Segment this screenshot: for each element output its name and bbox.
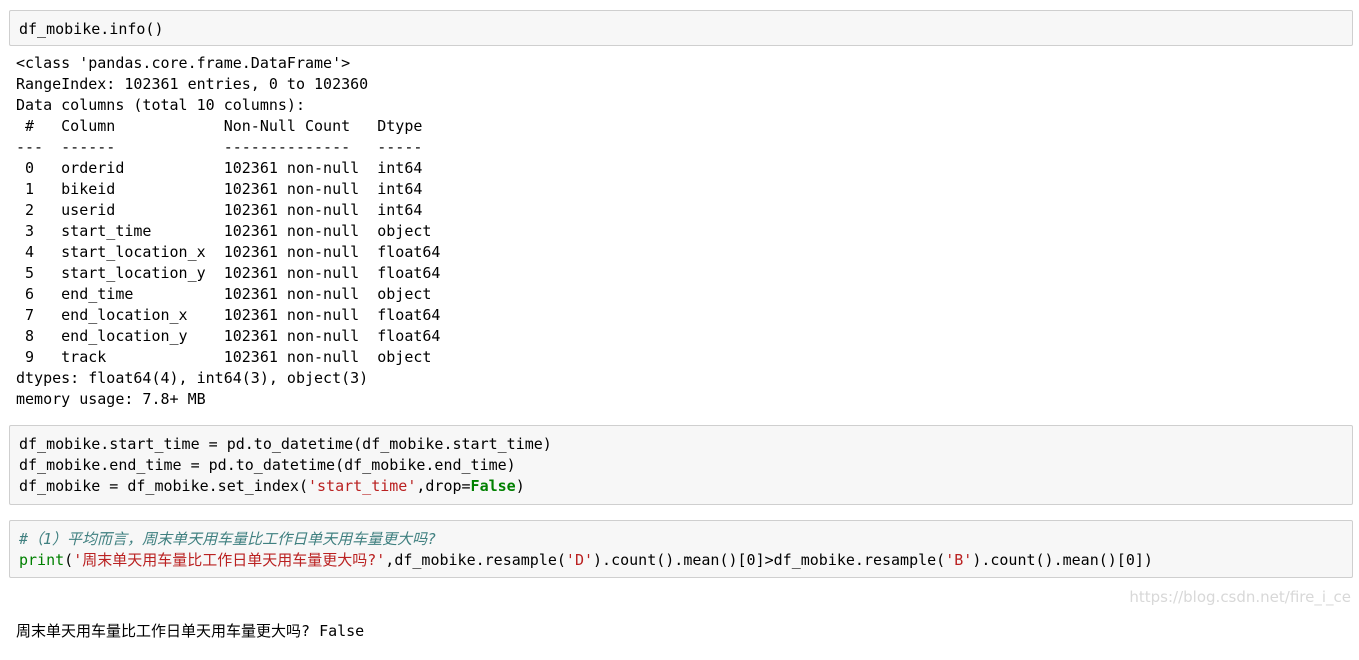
output-line: Data columns (total 10 columns):	[16, 96, 305, 114]
output-line: 7 end_location_x 102361 non-null float64	[16, 306, 441, 324]
code-comment: #（1）平均而言，周末单天用车量比工作日单天用车量更大吗?	[19, 530, 437, 548]
output-line: 3 start_time 102361 non-null object	[16, 222, 441, 240]
string-literal: '周末单天用车量比工作日单天用车量更大吗?'	[73, 551, 386, 569]
builtin-print: print	[19, 551, 65, 569]
code-line: df_mobike.end_time = pd.to_datetime(df_m…	[19, 456, 516, 474]
output-line: memory usage: 7.8+ MB	[16, 390, 206, 408]
code-line: df_mobike = df_mobike.set_index('start_t…	[19, 476, 1343, 497]
output-line: RangeIndex: 102361 entries, 0 to 102360	[16, 75, 369, 93]
string-literal: 'D'	[565, 551, 594, 569]
output-line: 2 userid 102361 non-null int64	[16, 201, 441, 219]
string-literal: 'B'	[945, 551, 973, 569]
output-line: 5 start_location_y 102361 non-null float…	[16, 264, 441, 282]
code-text: ).count().mean()[0])	[972, 551, 1153, 569]
code-text: ,df_mobike.resample(	[385, 551, 566, 569]
output-line: 1 bikeid 102361 non-null int64	[16, 180, 441, 198]
output-line: 6 end_time 102361 non-null object	[16, 285, 441, 303]
output-line: 周末单天用车量比工作日单天用车量更大吗? False	[16, 622, 365, 640]
output-line: dtypes: float64(4), int64(3), object(3)	[16, 369, 369, 387]
code-cell-to-datetime[interactable]: df_mobike.start_time = pd.to_datetime(df…	[9, 425, 1353, 505]
code-text: ,drop=	[416, 477, 471, 495]
code-cell-info[interactable]: df_mobike.info()	[9, 10, 1353, 46]
code-line: df_mobike.info()	[19, 20, 164, 38]
watermark: https://blog.csdn.net/fire_i_ce	[1129, 588, 1351, 606]
output-line: 9 track 102361 non-null object	[16, 348, 441, 366]
output-line: <class 'pandas.core.frame.DataFrame'>	[16, 54, 351, 72]
output-line: --- ------ -------------- -----	[16, 138, 441, 156]
code-text: (	[64, 551, 74, 569]
keyword: False	[470, 477, 516, 495]
cell-output-info: <class 'pandas.core.frame.DataFrame'> Ran…	[16, 53, 440, 410]
code-line: df_mobike.start_time = pd.to_datetime(df…	[19, 435, 552, 453]
output-line: 0 orderid 102361 non-null int64	[16, 159, 441, 177]
code-text: ).count().mean()[0]>df_mobike.resample(	[593, 551, 946, 569]
string-literal: 'start_time'	[307, 477, 417, 495]
output-line: # Column Non-Null Count Dtype	[16, 117, 441, 135]
output-line: 4 start_location_x 102361 non-null float…	[16, 243, 441, 261]
code-text: df_mobike = df_mobike.set_index(	[19, 477, 308, 495]
code-line: print('周末单天用车量比工作日单天用车量更大吗?',df_mobike.r…	[19, 550, 1343, 571]
cell-output-weekend-compare: 周末单天用车量比工作日单天用车量更大吗? False	[16, 585, 364, 660]
code-text: )	[515, 477, 525, 495]
output-line: 8 end_location_y 102361 non-null float64	[16, 327, 441, 345]
code-cell-weekend-compare[interactable]: #（1）平均而言，周末单天用车量比工作日单天用车量更大吗? print('周末单…	[9, 520, 1353, 578]
